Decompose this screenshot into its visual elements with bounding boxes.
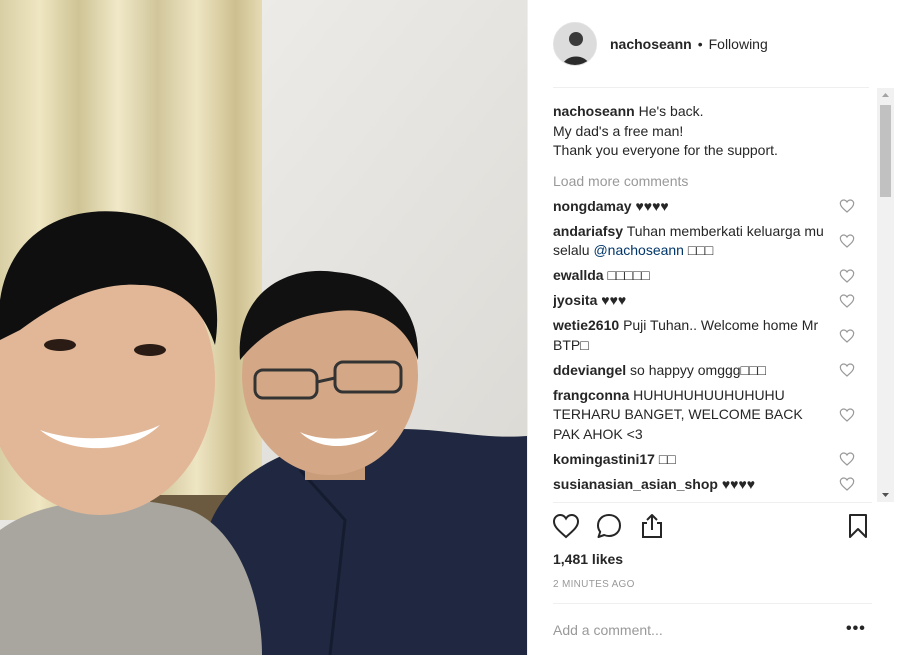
comment-text-suffix: □□□ [683,242,714,258]
more-options-button[interactable]: ••• [846,620,866,638]
comment-text: ♥♥♥ [601,292,627,308]
comment-item: andariafsy Tuhan memberkati keluarga mu … [553,222,855,261]
heart-outline-icon [552,513,580,539]
comment-text: ♥♥♥♥ [635,197,669,214]
comment-username[interactable]: jyosita [553,292,597,308]
comment-item: ddeviangel so happyy omggg□□□ [553,361,855,381]
scroll-up-arrow-icon[interactable] [877,88,894,103]
small-heart-icon[interactable] [839,328,855,344]
likes-count[interactable]: 1,481 likes [553,551,623,567]
comment-text: so happyy omggg□□□ [630,361,766,378]
bookmark-icon [849,514,867,538]
small-heart-icon[interactable] [839,476,855,492]
comment-item: nongdamay ♥♥♥♥ [553,197,855,217]
comment-button[interactable] [595,512,625,542]
small-heart-icon[interactable] [839,451,855,467]
comment-text: □□□□□ [607,267,650,283]
post-side-panel: nachoseann • Following nachoseann He's b… [527,0,899,655]
comments-scrollbar[interactable] [877,88,894,502]
add-comment-input[interactable] [553,618,823,642]
comment-username[interactable]: nongdamay [553,198,632,214]
caption-line: He's back. [638,103,704,119]
small-heart-icon[interactable] [839,407,855,423]
small-heart-icon[interactable] [839,233,855,249]
comment-text: □□ [658,450,676,467]
header-username[interactable]: nachoseann [610,36,692,52]
comment-username[interactable]: wetie2610 [553,317,619,333]
comment-username[interactable]: andariafsy [553,223,623,239]
follow-status-button[interactable]: Following [709,36,768,52]
scrollbar-thumb[interactable] [880,105,891,197]
comment-mention-link[interactable]: @nachoseann [593,242,684,258]
comment-item: jyosita ♥♥♥ [553,291,855,311]
comment-item: frangconna HUHUHUHUUHUHUHU TERHARU BANGE… [553,386,855,445]
comment-username[interactable]: komingastini17 [553,451,655,467]
small-heart-icon[interactable] [839,293,855,309]
avatar[interactable] [553,22,597,66]
header-divider [553,87,869,88]
caption-line: Thank you everyone for the support. [553,142,778,158]
small-heart-icon[interactable] [839,198,855,214]
header-separator: • [697,36,703,52]
share-upload-icon [642,514,662,538]
post-photo[interactable] [0,0,527,655]
post-caption: nachoseann He's back. My dad's a free ma… [553,102,855,161]
speech-bubble-icon [597,514,621,538]
comments-list[interactable]: nachoseann He's back. My dad's a free ma… [553,102,855,500]
avatar-image [554,23,596,65]
caption-line: My dad's a free man! [553,122,684,139]
small-heart-icon[interactable] [839,362,855,378]
comment-item: susianasian_asian_shop ♥♥♥♥ [553,475,855,495]
caption-username[interactable]: nachoseann [553,103,635,119]
comment-text: ♥♥♥♥ [721,475,756,492]
load-more-comments-button[interactable]: Load more comments [553,168,855,194]
post-header: nachoseann • Following [528,0,896,88]
actions-divider [553,502,872,503]
post-timestamp[interactable]: 2 MINUTES AGO [553,579,635,590]
small-heart-icon[interactable] [839,268,855,284]
scroll-down-arrow-icon[interactable] [877,487,894,502]
action-bar [552,512,872,544]
comment-username[interactable]: ddeviangel [553,362,626,378]
like-button[interactable] [552,512,582,542]
comment-item: wetie2610 Puji Tuhan.. Welcome home Mr B… [553,316,855,355]
comment-item: ewallda □□□□□ [553,266,855,286]
comment-username[interactable]: susianasian_asian_shop [553,476,718,492]
comment-item: komingastini17 □□ [553,450,855,470]
save-button[interactable] [844,512,874,542]
photo-illustration [0,0,527,655]
share-button[interactable] [638,512,668,542]
add-comment-divider [553,603,872,604]
comment-username[interactable]: frangconna [553,387,629,403]
comment-username[interactable]: ewallda [553,267,604,283]
